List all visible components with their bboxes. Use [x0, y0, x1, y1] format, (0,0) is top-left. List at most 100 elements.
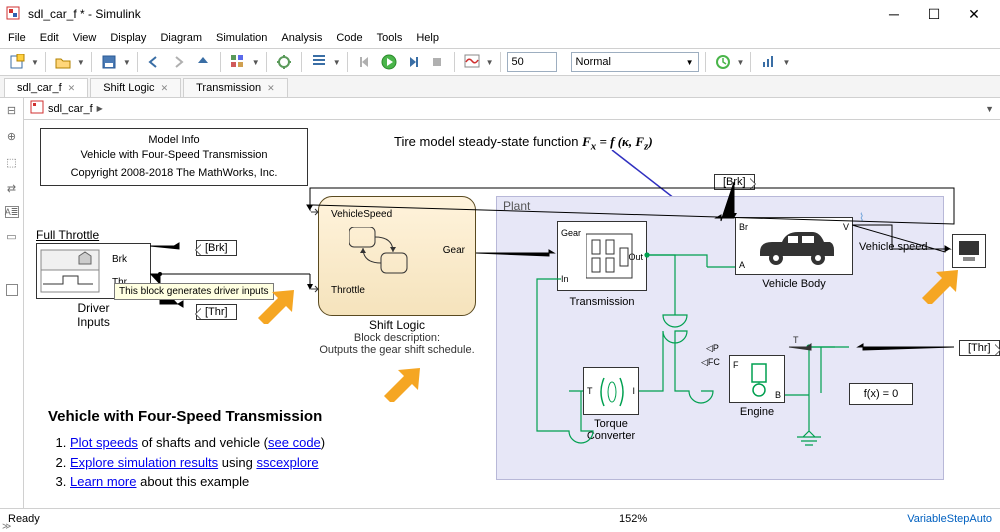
viewmark-icon[interactable] — [6, 284, 18, 296]
close-tab-icon[interactable]: ✕ — [267, 83, 275, 94]
dropdown-icon[interactable]: ▼ — [485, 58, 494, 67]
dropdown-icon[interactable]: ▼ — [985, 104, 994, 114]
block-description-label: Block description: — [318, 332, 476, 344]
menubar: File Edit View Display Diagram Simulatio… — [0, 28, 1000, 48]
hide-browser-icon[interactable]: ⊟ — [4, 102, 20, 118]
stateflow-icon — [349, 227, 419, 282]
stop-button[interactable] — [426, 51, 448, 73]
callout-arrow-icon — [920, 268, 960, 304]
model-info-subtitle: Vehicle with Four-Speed Transmission — [49, 148, 299, 163]
model-info-copyright: Copyright 2008-2018 The MathWorks, Inc. — [49, 166, 299, 181]
stop-time-input[interactable] — [507, 52, 557, 72]
model-info-title: Model Info — [49, 133, 299, 148]
step-back-button[interactable] — [354, 51, 376, 73]
dropdown-icon[interactable]: ▼ — [332, 58, 341, 67]
port-brk-label: Brk — [112, 254, 127, 265]
expander-icon[interactable]: ≫ — [2, 521, 11, 532]
dropdown-icon[interactable]: ▼ — [76, 58, 85, 67]
instructions-annotation: Vehicle with Four-Speed Transmission Plo… — [48, 408, 408, 492]
explore-results-link[interactable]: Explore simulation results — [70, 455, 218, 470]
model-icon — [30, 100, 44, 117]
forward-button[interactable] — [168, 51, 190, 73]
menu-analysis[interactable]: Analysis — [281, 32, 322, 44]
dropdown-icon[interactable]: ▼ — [781, 58, 790, 67]
signal-line — [854, 342, 958, 352]
model-explorer-button[interactable] — [308, 51, 330, 73]
signal-builder-icon — [37, 244, 112, 298]
toggle-arrows-icon[interactable]: ⇄ — [4, 180, 20, 196]
from-thr-tag[interactable]: [Thr] — [959, 340, 1000, 356]
dropdown-icon[interactable]: ▼ — [122, 58, 131, 67]
learn-more-link[interactable]: Learn more — [70, 474, 136, 489]
back-button[interactable] — [144, 51, 166, 73]
new-model-button[interactable] — [6, 51, 28, 73]
chevron-right-icon: ▶ — [97, 104, 103, 113]
library-browser-button[interactable] — [227, 51, 249, 73]
tab-sdl-car-f[interactable]: sdl_car_f✕ — [4, 78, 88, 97]
open-button[interactable] — [52, 51, 74, 73]
menu-diagram[interactable]: Diagram — [160, 32, 202, 44]
menu-simulation[interactable]: Simulation — [216, 32, 267, 44]
goto-brk-tag[interactable]: [Brk] — [196, 240, 237, 256]
breadcrumb-root[interactable]: sdl_car_f — [48, 103, 93, 115]
model-config-button[interactable] — [273, 51, 295, 73]
breadcrumb: sdl_car_f ▶ ▼ — [24, 98, 1000, 120]
menu-edit[interactable]: Edit — [40, 32, 59, 44]
goto-thr-tag[interactable]: [Thr] — [196, 304, 237, 320]
scope-block[interactable] — [952, 234, 986, 268]
signal-line — [476, 248, 560, 258]
up-button[interactable] — [192, 51, 214, 73]
canvas[interactable]: Model Info Vehicle with Four-Speed Trans… — [24, 120, 1000, 508]
scope-icon — [957, 239, 981, 263]
model-info-block[interactable]: Model Info Vehicle with Four-Speed Trans… — [40, 128, 308, 186]
menu-help[interactable]: Help — [416, 32, 439, 44]
dropdown-icon[interactable]: ▼ — [251, 58, 260, 67]
tab-shift-logic[interactable]: Shift Logic✕ — [90, 78, 181, 97]
close-button[interactable]: ✕ — [954, 1, 994, 27]
driver-caption: Driver — [36, 301, 151, 315]
menu-display[interactable]: Display — [110, 32, 146, 44]
statusbar: Ready 152% VariableStepAuto — [0, 508, 1000, 528]
menu-view[interactable]: View — [73, 32, 97, 44]
menu-code[interactable]: Code — [336, 32, 362, 44]
shift-logic-caption: Shift Logic — [318, 318, 476, 332]
titlebar: sdl_car_f * - Simulink ─ ☐ ✕ — [0, 0, 1000, 28]
signal-line — [160, 268, 318, 290]
fast-restart-button[interactable] — [712, 51, 734, 73]
dropdown-icon[interactable]: ▼ — [30, 58, 39, 67]
image-icon[interactable]: ▭ — [4, 228, 20, 244]
signal-line — [304, 186, 956, 230]
plot-speeds-link[interactable]: Plot speeds — [70, 435, 138, 450]
menu-file[interactable]: File — [8, 32, 26, 44]
see-code-link[interactable]: see code — [268, 435, 321, 450]
close-tab-icon[interactable]: ✕ — [161, 83, 169, 94]
toolbar: ▼ ▼ ▼ ▼ ▼ ▼ Normal▼ ▼ ▼ — [0, 48, 1000, 76]
status-zoom: 152% — [619, 513, 647, 525]
sim-mode-select[interactable]: Normal▼ — [571, 52, 699, 72]
driver-inputs-block[interactable]: Full Throttle Brk Thr Driver Inputs — [36, 228, 151, 329]
driver-caption: Inputs — [36, 315, 151, 329]
block-description-text: Outputs the gear shift schedule. — [318, 344, 476, 356]
data-inspector-button[interactable] — [461, 51, 483, 73]
port-throttle-label: Throttle — [331, 285, 365, 296]
svg-text:T: T — [793, 335, 799, 345]
fit-icon[interactable]: ⬚ — [4, 154, 20, 170]
maximize-button[interactable]: ☐ — [914, 1, 954, 27]
build-button[interactable] — [757, 51, 779, 73]
tab-transmission[interactable]: Transmission✕ — [183, 78, 288, 97]
run-button[interactable] — [378, 51, 400, 73]
close-tab-icon[interactable]: ✕ — [68, 83, 76, 94]
minimize-button[interactable]: ─ — [874, 1, 914, 27]
port-gear-label: Gear — [443, 245, 465, 256]
annotation-icon[interactable]: A≣ — [5, 206, 19, 218]
step-forward-button[interactable] — [402, 51, 424, 73]
callout-arrow-icon — [382, 366, 422, 402]
save-button[interactable] — [98, 51, 120, 73]
zoom-icon[interactable]: ⊕ — [4, 128, 20, 144]
sscexplore-link[interactable]: sscexplore — [256, 455, 318, 470]
menu-tools[interactable]: Tools — [377, 32, 403, 44]
tabbar: sdl_car_f✕ Shift Logic✕ Transmission✕ — [0, 76, 1000, 98]
dropdown-icon[interactable]: ▼ — [736, 58, 745, 67]
callout-arrow-icon — [256, 288, 296, 324]
status-ready: Ready — [8, 513, 40, 525]
